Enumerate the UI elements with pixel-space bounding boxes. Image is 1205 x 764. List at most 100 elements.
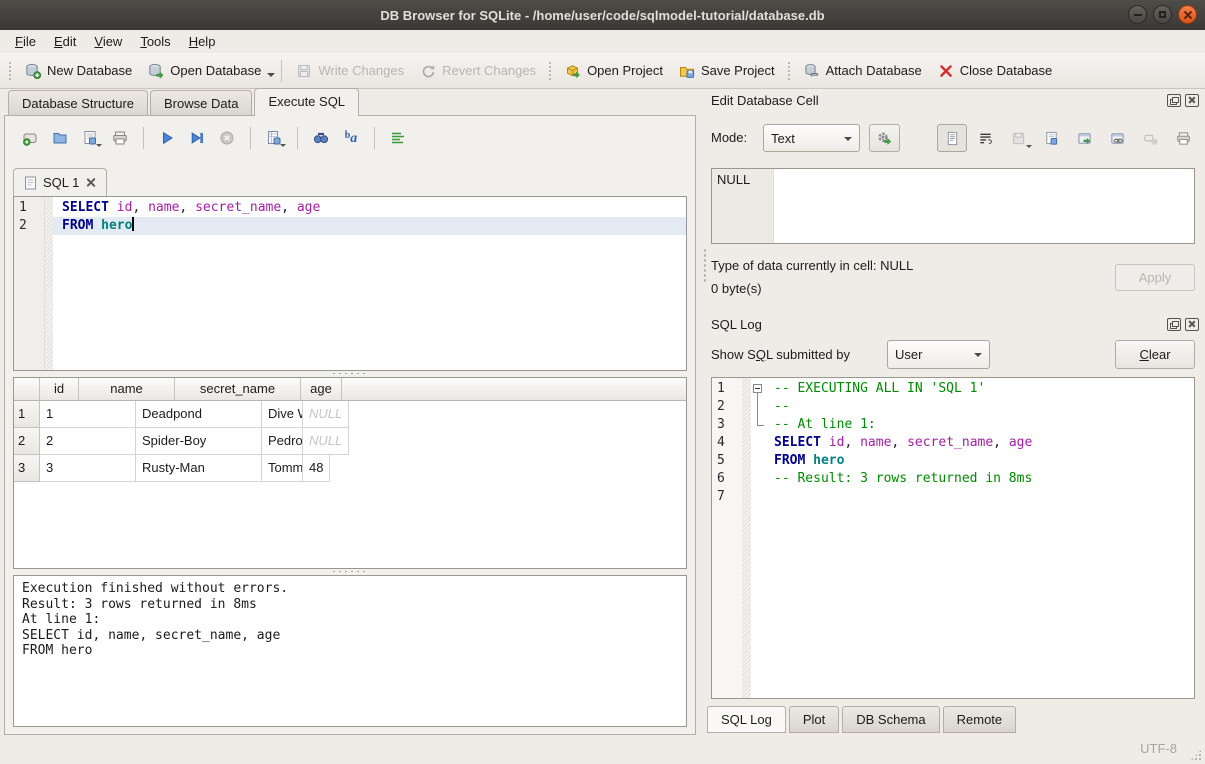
line-number: 7 bbox=[712, 488, 743, 506]
close-tab-icon[interactable] bbox=[85, 177, 96, 188]
editor-line[interactable]: 2 FROM hero bbox=[14, 217, 686, 235]
app-window: DB Browser for SQLite - /home/user/code/… bbox=[0, 0, 1205, 764]
import-settings-button[interactable] bbox=[869, 124, 900, 152]
fold-marker[interactable] bbox=[751, 416, 765, 434]
format-sql-button[interactable] bbox=[385, 125, 411, 151]
clear-log-button[interactable]: Clear bbox=[1115, 340, 1195, 369]
menu-item[interactable]: View bbox=[85, 31, 131, 52]
row-number-cell[interactable]: 1 bbox=[14, 401, 40, 428]
dock-splitter-grip[interactable] bbox=[703, 248, 707, 282]
fold-marker[interactable] bbox=[751, 452, 765, 470]
find-replace-button[interactable]: ba bbox=[338, 125, 364, 151]
results-message-splitter[interactable] bbox=[13, 567, 687, 575]
menu-item[interactable]: Help bbox=[180, 31, 225, 52]
submitted-by-combobox[interactable]: User bbox=[887, 340, 990, 369]
bottom-tab[interactable]: DB Schema bbox=[842, 706, 939, 733]
editor-results-splitter[interactable] bbox=[13, 369, 687, 377]
results-cell[interactable]: Rusty-Man bbox=[136, 455, 262, 482]
open-database-dropdown-caret[interactable] bbox=[267, 73, 275, 81]
editor-line[interactable]: 1 SELECT id, name, secret_name, age bbox=[14, 199, 686, 217]
row-number-cell[interactable]: 3 bbox=[14, 455, 40, 482]
results-cell[interactable]: Deadpond bbox=[136, 401, 262, 428]
cell-value-editor[interactable]: NULL bbox=[711, 168, 1195, 244]
main-tab[interactable]: Database Structure bbox=[8, 90, 148, 116]
sql-toolbar: ba bbox=[17, 124, 411, 152]
new-database-button[interactable]: New Database bbox=[17, 59, 140, 83]
close-database-button[interactable]: Close Database bbox=[930, 59, 1061, 83]
close-dock-button[interactable] bbox=[1185, 318, 1199, 331]
window-resize-grip[interactable] bbox=[1190, 749, 1202, 761]
fold-marker[interactable] bbox=[751, 470, 765, 488]
results-cell[interactable]: 2 bbox=[40, 428, 136, 455]
results-cell[interactable]: 3 bbox=[40, 455, 136, 482]
find-button[interactable] bbox=[308, 125, 334, 151]
toolbar-grip[interactable] bbox=[787, 61, 792, 81]
results-cell[interactable]: NULL bbox=[303, 401, 349, 428]
sql-log-view[interactable]: 1 -- EXECUTING ALL IN 'SQL 1' 2 -- 3 -- bbox=[711, 377, 1195, 699]
attach-database-button[interactable]: Attach Database bbox=[796, 59, 930, 83]
results-cell[interactable]: Spider-Boy bbox=[136, 428, 262, 455]
print-cell-button[interactable] bbox=[1168, 124, 1198, 152]
float-dock-button[interactable] bbox=[1167, 318, 1181, 331]
write-changes-button: Write Changes bbox=[288, 59, 412, 83]
line-number: 5 bbox=[712, 452, 743, 470]
encoding-indicator: UTF-8 bbox=[1140, 741, 1177, 756]
results-cell[interactable]: 48 bbox=[303, 455, 330, 482]
float-dock-button[interactable] bbox=[1167, 94, 1181, 107]
open-project-button[interactable]: Open Project bbox=[557, 59, 671, 83]
open-in-external-button[interactable] bbox=[1069, 124, 1099, 152]
maximize-button[interactable] bbox=[1153, 5, 1172, 24]
results-column-header[interactable]: age bbox=[301, 378, 342, 400]
close-dock-button[interactable] bbox=[1185, 94, 1199, 107]
main-tab[interactable]: Browse Data bbox=[150, 90, 252, 116]
results-corner-cell[interactable] bbox=[14, 378, 40, 400]
sql-editor[interactable]: 1 SELECT id, name, secret_name, age 2 FR… bbox=[13, 196, 687, 371]
save-sql-file-button[interactable] bbox=[77, 125, 103, 151]
cell-value-area[interactable] bbox=[774, 169, 1194, 243]
menu-item[interactable]: File bbox=[6, 31, 45, 52]
fold-marker[interactable] bbox=[751, 380, 765, 398]
copy-link-button[interactable] bbox=[1102, 124, 1132, 152]
save-as-icon bbox=[1044, 131, 1059, 146]
fold-marker[interactable] bbox=[751, 398, 765, 416]
toolbar-grip[interactable] bbox=[8, 61, 13, 81]
save-project-button[interactable]: Save Project bbox=[671, 59, 783, 83]
results-column-header[interactable]: secret_name bbox=[175, 378, 301, 400]
binoculars-icon bbox=[313, 130, 329, 146]
save-results-button[interactable] bbox=[261, 125, 287, 151]
menu-item[interactable]: Edit bbox=[45, 31, 85, 52]
sql-editor-tab[interactable]: SQL 1 bbox=[13, 168, 107, 196]
bottom-tab[interactable]: SQL Log bbox=[707, 706, 786, 733]
word-wrap-button[interactable] bbox=[970, 124, 1000, 152]
print-button[interactable] bbox=[107, 125, 133, 151]
results-cell[interactable]: NULL bbox=[303, 428, 349, 455]
minimize-button[interactable] bbox=[1128, 5, 1147, 24]
execute-all-button[interactable] bbox=[154, 125, 180, 151]
document-icon bbox=[24, 176, 37, 190]
toolbar-grip[interactable] bbox=[548, 61, 553, 81]
main-tab[interactable]: Execute SQL bbox=[254, 88, 359, 116]
mode-combobox[interactable]: Text bbox=[763, 124, 860, 152]
bottom-tab[interactable]: Plot bbox=[789, 706, 839, 733]
results-cell[interactable]: Dive Wilson bbox=[262, 401, 303, 428]
write-changes-icon bbox=[296, 63, 312, 79]
log-line: 5 FROM hero bbox=[712, 452, 1194, 470]
row-number-cell[interactable]: 2 bbox=[14, 428, 40, 455]
fold-marker[interactable] bbox=[751, 434, 765, 452]
results-cell[interactable]: Tommy Sharp bbox=[262, 455, 303, 482]
menu-item[interactable]: Tools bbox=[131, 31, 179, 52]
results-column-header[interactable]: name bbox=[79, 378, 175, 400]
results-cell[interactable]: 1 bbox=[40, 401, 136, 428]
fold-marker[interactable] bbox=[751, 488, 765, 506]
execute-current-line-button[interactable] bbox=[184, 125, 210, 151]
export-cell-data-button[interactable] bbox=[1036, 124, 1066, 152]
new-sql-tab-button[interactable] bbox=[17, 125, 43, 151]
bottom-tab[interactable]: Remote bbox=[943, 706, 1017, 733]
text-mode-button[interactable] bbox=[937, 124, 967, 152]
results-cell[interactable]: Pedro Parqueador bbox=[262, 428, 303, 455]
import-file-icon bbox=[1011, 131, 1026, 146]
close-button[interactable] bbox=[1178, 5, 1197, 24]
open-database-button[interactable]: Open Database bbox=[140, 59, 269, 83]
open-sql-file-button[interactable] bbox=[47, 125, 73, 151]
results-column-header[interactable]: id bbox=[40, 378, 79, 400]
